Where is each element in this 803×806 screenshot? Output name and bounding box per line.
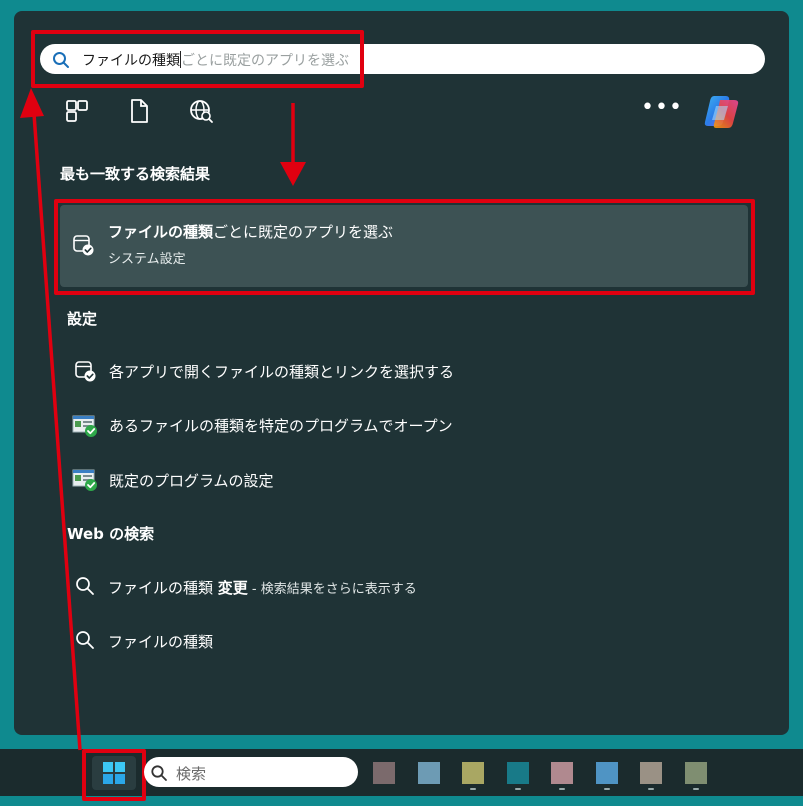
settings-heading: 設定 (67, 310, 98, 328)
taskbar-app-icon[interactable] (685, 762, 707, 784)
taskbar-app-icon[interactable] (596, 762, 618, 784)
apps-icon[interactable] (64, 98, 90, 124)
taskbar-app-icon[interactable] (507, 762, 529, 784)
control-panel-icon (72, 415, 97, 437)
taskbar-app-icon[interactable] (373, 762, 395, 784)
documents-icon[interactable] (126, 98, 152, 124)
search-icon (76, 577, 94, 595)
web-search-item-label: ファイルの種類 (108, 633, 214, 651)
web-search-query-bold: 変更 (217, 579, 248, 597)
app-defaults-icon (75, 361, 96, 382)
running-indicator (470, 788, 476, 790)
running-indicator (559, 788, 565, 790)
more-options-button[interactable]: ••• (641, 97, 682, 124)
settings-item-label: 既定のプログラムの設定 (109, 472, 274, 490)
taskbar-app-icon[interactable] (551, 762, 573, 784)
highlight-box-best-match (54, 199, 755, 295)
settings-item-label: あるファイルの種類を特定のプログラムでオープン (109, 417, 453, 435)
search-icon (151, 765, 167, 781)
web-search-heading: Web の検索 (67, 525, 155, 543)
highlight-box-search (31, 30, 364, 88)
taskbar-app-icon[interactable] (462, 762, 484, 784)
running-indicator (693, 788, 699, 790)
web-search-suffix: - 検索結果をさらに表示する (247, 582, 417, 597)
web-search-query: ファイルの種類 (108, 579, 218, 597)
highlight-box-start (82, 749, 146, 801)
running-indicator (604, 788, 610, 790)
running-indicator (515, 788, 521, 790)
best-match-heading: 最も一致する検索結果 (60, 165, 211, 183)
running-indicator (648, 788, 654, 790)
web-search-item-label: ファイルの種類 変更 - 検索結果をさらに表示する (108, 577, 417, 598)
search-icon (76, 631, 94, 649)
copilot-icon[interactable] (702, 92, 742, 132)
settings-item-label: 各アプリで開くファイルの種類とリンクを選択する (109, 363, 455, 381)
web-icon[interactable] (188, 98, 214, 124)
taskbar-search-placeholder: 検索 (176, 765, 207, 783)
taskbar-app-icon[interactable] (640, 762, 662, 784)
control-panel-icon (72, 469, 97, 491)
taskbar-app-icon[interactable] (418, 762, 440, 784)
